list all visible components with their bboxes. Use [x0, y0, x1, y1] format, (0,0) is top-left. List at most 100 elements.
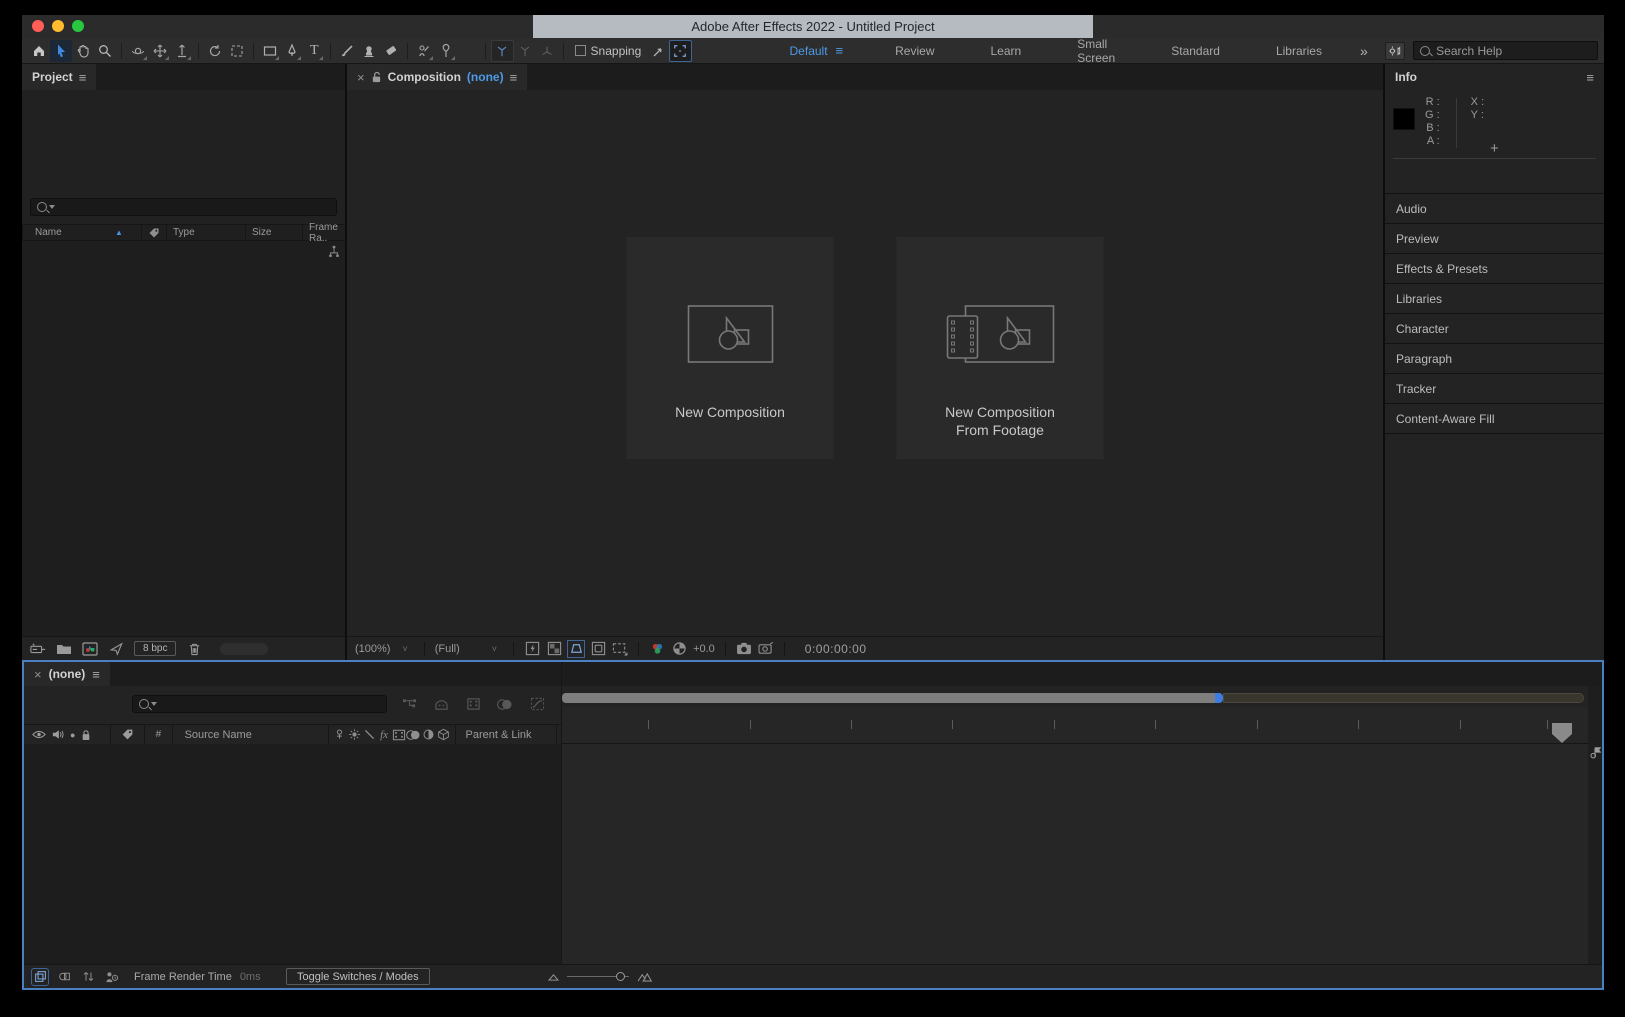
project-settings-button[interactable] [108, 641, 124, 657]
home-button[interactable] [28, 40, 50, 62]
label-column[interactable] [115, 728, 141, 741]
column-size[interactable]: Size [246, 227, 302, 238]
view-axis-mode[interactable] [536, 40, 558, 62]
timeline-search-input[interactable] [161, 698, 380, 710]
audio-speaker-icon[interactable] [52, 729, 64, 740]
render-time-pane-button[interactable] [104, 969, 120, 985]
transparency-grid-button[interactable] [546, 641, 562, 657]
world-axis-mode[interactable] [514, 40, 536, 62]
eraser-tool[interactable] [380, 40, 402, 62]
column-label-color[interactable] [142, 227, 166, 239]
project-panel-menu-icon[interactable]: ≡ [79, 70, 87, 85]
snapping-checkbox[interactable] [575, 45, 586, 56]
workspace-review[interactable]: Review [867, 44, 962, 58]
close-window-button[interactable] [32, 20, 44, 32]
column-type[interactable]: Type [167, 227, 245, 238]
zoom-slider-track[interactable] [567, 976, 629, 977]
zoom-out-mountain-icon[interactable] [548, 973, 559, 981]
dolly-camera-tool[interactable] [171, 40, 193, 62]
timeline-scrollbar-column[interactable] [1588, 744, 1602, 964]
help-search-input[interactable] [1436, 44, 1591, 58]
region-of-interest-button[interactable] [590, 641, 606, 657]
rectangle-tool[interactable] [259, 40, 281, 62]
snapping-toggle[interactable]: Snapping [575, 44, 642, 58]
layer-list-area[interactable] [24, 744, 562, 964]
rotation-tool[interactable] [204, 40, 226, 62]
motion-blur-button[interactable] [497, 696, 513, 712]
project-flowchart-button[interactable] [327, 245, 341, 264]
snap-arrow-button[interactable] [647, 40, 669, 62]
minimize-window-button[interactable] [52, 20, 64, 32]
current-time-indicator[interactable] [1215, 693, 1223, 703]
interpret-footage-button[interactable] [30, 641, 46, 657]
new-composition-button[interactable] [82, 641, 98, 657]
in-out-duration-pane-button[interactable] [80, 969, 96, 985]
panel-paragraph[interactable]: Paragraph [1385, 343, 1604, 373]
channel-settings-button[interactable] [649, 641, 665, 657]
panel-content-aware-fill[interactable]: Content-Aware Fill [1385, 403, 1604, 433]
new-composition-card[interactable]: New Composition [627, 237, 834, 459]
effects-switch-icon[interactable]: fx [377, 727, 392, 743]
timeline-zoom-slider[interactable] [548, 972, 652, 982]
timeline-search-box[interactable] [132, 695, 387, 713]
zoom-in-mountain-icon[interactable] [637, 972, 652, 982]
workspace-learn[interactable]: Learn [963, 44, 1050, 58]
current-timecode[interactable]: 0:00:00:00 [805, 642, 867, 656]
brush-tool[interactable] [336, 40, 358, 62]
close-composition-tab-icon[interactable]: × [357, 70, 365, 85]
new-composition-from-footage-card[interactable]: New CompositionFrom Footage [897, 237, 1104, 459]
comp-marker-bin[interactable] [1552, 723, 1572, 743]
panel-libraries[interactable]: Libraries [1385, 283, 1604, 313]
solo-icon[interactable]: ● [70, 730, 75, 740]
zoom-slider-knob[interactable] [616, 972, 625, 981]
panel-character[interactable]: Character [1385, 313, 1604, 343]
workspace-settings-button[interactable] [1385, 42, 1405, 60]
time-navigator[interactable] [562, 693, 1588, 703]
zoom-window-button[interactable] [72, 20, 84, 32]
workspace-libraries[interactable]: Libraries [1248, 44, 1350, 58]
unlock-icon[interactable] [371, 71, 382, 84]
magnification-value[interactable]: (100%) [355, 643, 390, 655]
timeline-panel-menu-icon[interactable]: ≡ [92, 667, 100, 682]
motion-blur-switch-icon[interactable] [406, 727, 421, 743]
project-search-input[interactable] [59, 201, 330, 213]
column-name[interactable]: Name [23, 227, 115, 238]
workspace-overflow-icon[interactable]: » [1350, 43, 1377, 59]
take-snapshot-button[interactable] [736, 641, 752, 657]
info-panel-title[interactable]: Info [1395, 70, 1417, 84]
parent-link-column[interactable]: Parent & Link [460, 729, 553, 741]
close-timeline-tab-icon[interactable]: × [34, 667, 42, 682]
composition-tab[interactable]: × Composition (none) ≡ [347, 64, 527, 90]
pen-tool[interactable] [281, 40, 303, 62]
collapse-transformations-icon[interactable] [347, 727, 362, 743]
workspace-default[interactable]: Default [762, 44, 836, 58]
magnification-dropdown-icon[interactable]: ˅ [402, 644, 407, 654]
puppet-pin-tool[interactable] [435, 40, 457, 62]
clone-stamp-tool[interactable] [358, 40, 380, 62]
frame-blending-button[interactable] [465, 696, 481, 712]
navigator-range[interactable] [1223, 693, 1584, 703]
camera-tool[interactable] [226, 40, 248, 62]
timeline-search-dropdown-icon[interactable] [151, 702, 157, 706]
composition-panel-menu-icon[interactable]: ≡ [510, 70, 518, 85]
fast-previews-button[interactable] [524, 641, 540, 657]
lock-icon[interactable] [81, 729, 91, 741]
guides-grid-options-button[interactable] [612, 641, 628, 657]
orbit-camera-tool[interactable] [127, 40, 149, 62]
help-search-box[interactable] [1413, 41, 1598, 60]
project-item-list[interactable] [22, 241, 345, 636]
local-axis-mode[interactable] [491, 40, 513, 62]
snap-bounds-button[interactable] [669, 40, 691, 62]
graph-editor-button[interactable] [529, 696, 545, 712]
type-tool[interactable]: T [303, 40, 325, 62]
show-snapshot-button[interactable] [758, 641, 774, 657]
hand-tool[interactable] [72, 40, 94, 62]
delete-button[interactable] [186, 641, 202, 657]
project-search-box[interactable] [30, 198, 337, 216]
resolution-dropdown-icon[interactable]: ˅ [492, 644, 497, 654]
shy-switch-icon[interactable] [333, 727, 348, 743]
panel-effects-presets[interactable]: Effects & Presets [1385, 253, 1604, 283]
project-tab[interactable]: Project ≡ [22, 64, 96, 90]
panel-tracker[interactable]: Tracker [1385, 373, 1604, 403]
panel-preview[interactable]: Preview [1385, 223, 1604, 253]
